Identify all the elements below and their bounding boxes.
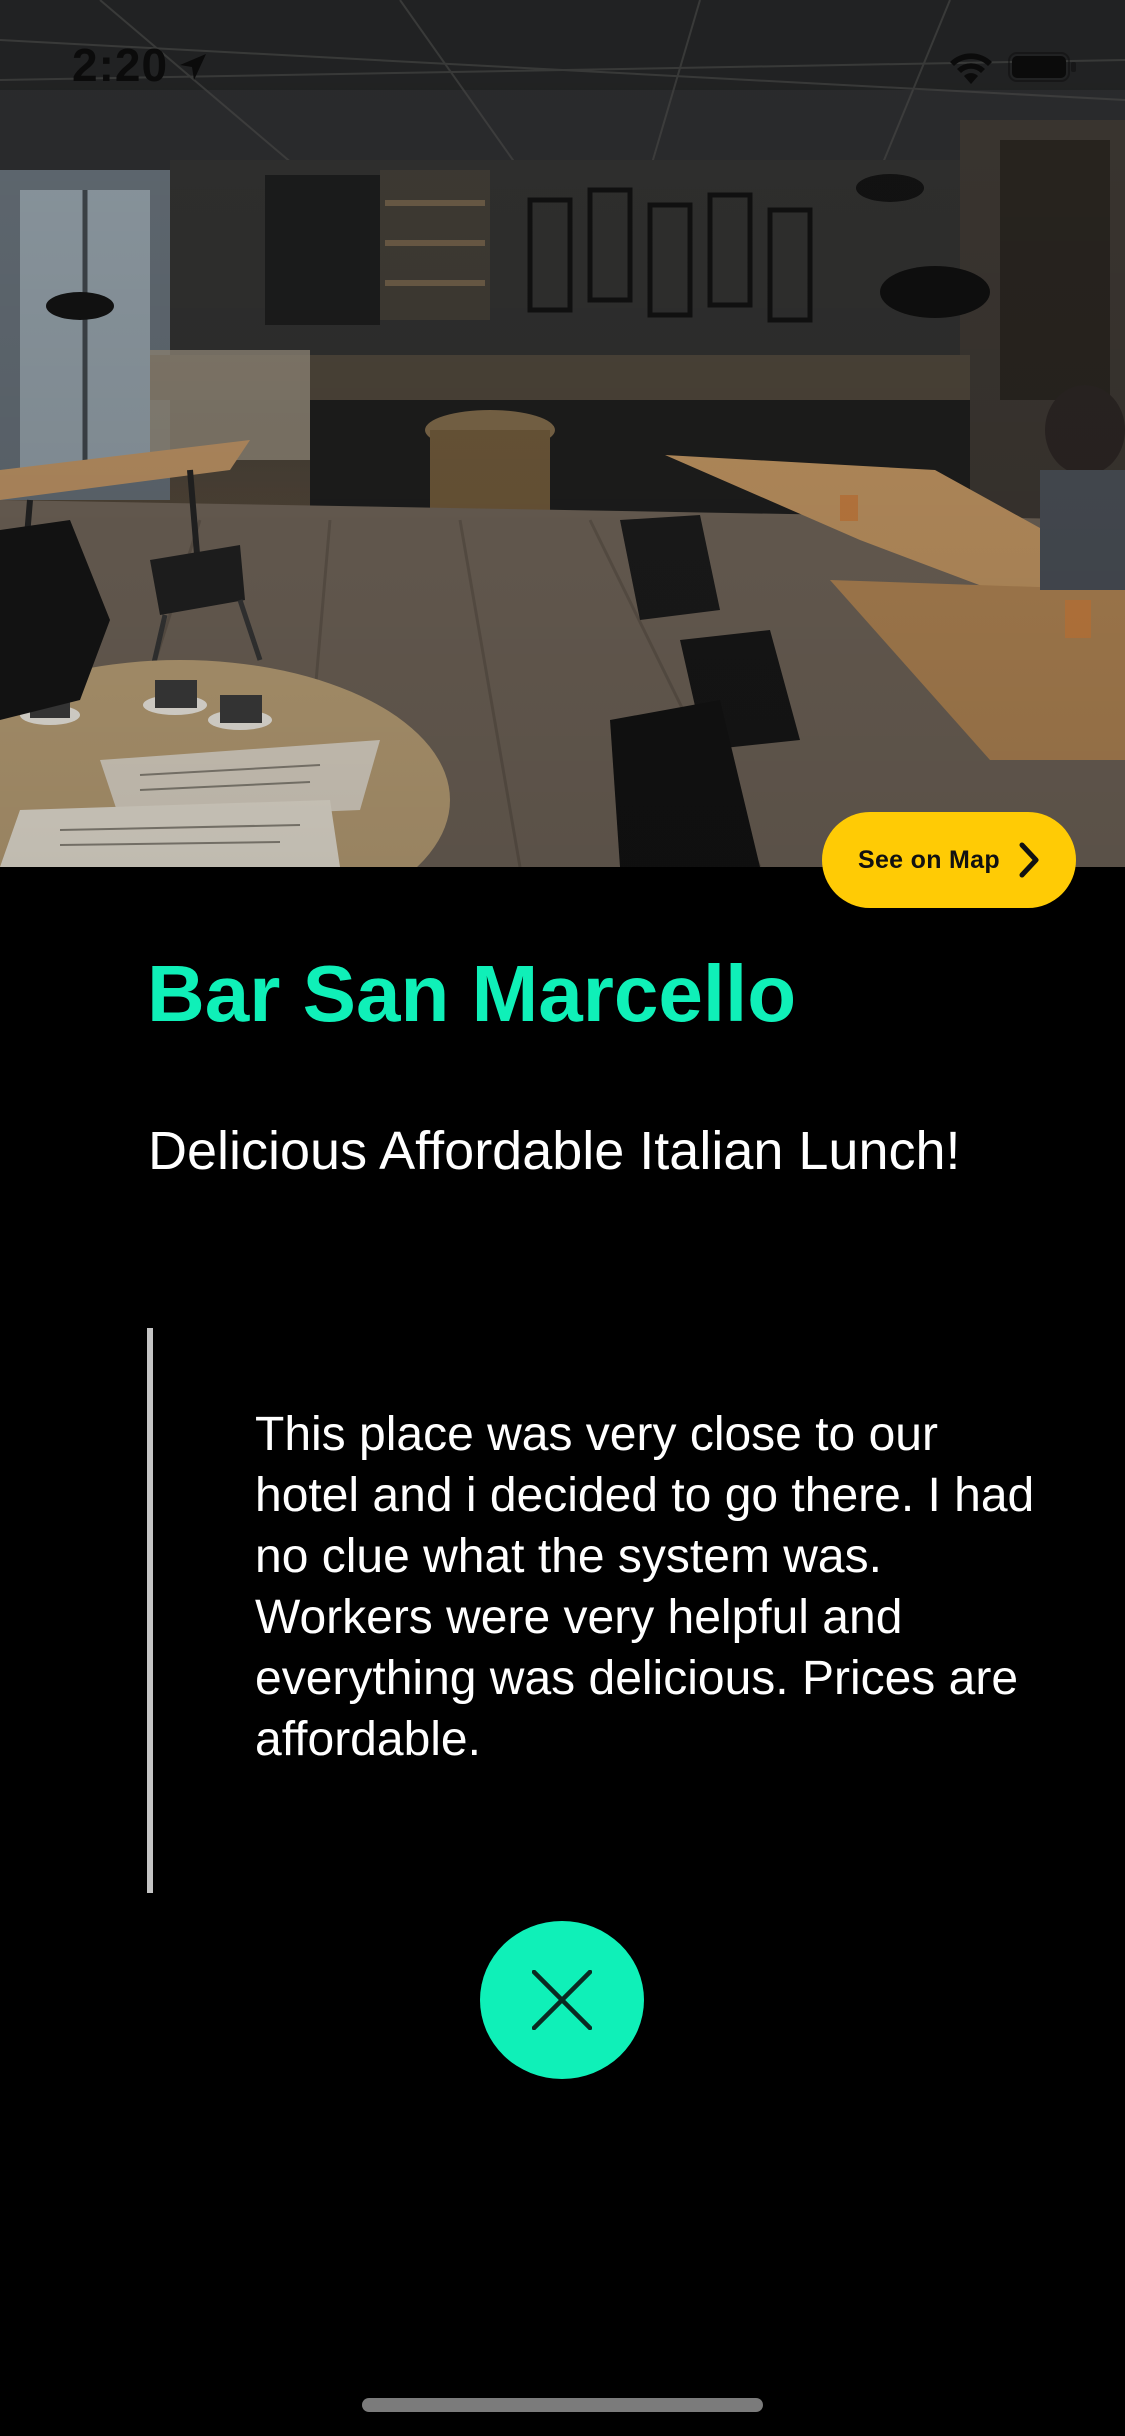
see-on-map-button[interactable]: See on Map <box>822 812 1076 908</box>
status-time: 2:20 <box>72 39 169 91</box>
close-button[interactable] <box>480 1921 644 2079</box>
wifi-icon <box>947 48 995 91</box>
see-on-map-label: See on Map <box>858 845 1000 874</box>
venue-title: Bar San Marcello <box>147 949 797 1038</box>
status-bar: 2:20 <box>0 0 1125 132</box>
home-indicator[interactable] <box>362 2398 763 2412</box>
battery-icon <box>1008 52 1078 87</box>
close-icon <box>532 1970 592 2030</box>
review-text: This place was very close to our hotel a… <box>255 1408 1035 1766</box>
chevron-right-icon <box>1018 842 1040 883</box>
location-arrow-icon <box>178 52 208 87</box>
quote-bar <box>147 1328 153 1893</box>
venue-tagline: Delicious Affordable Italian Lunch! <box>148 1121 961 1181</box>
